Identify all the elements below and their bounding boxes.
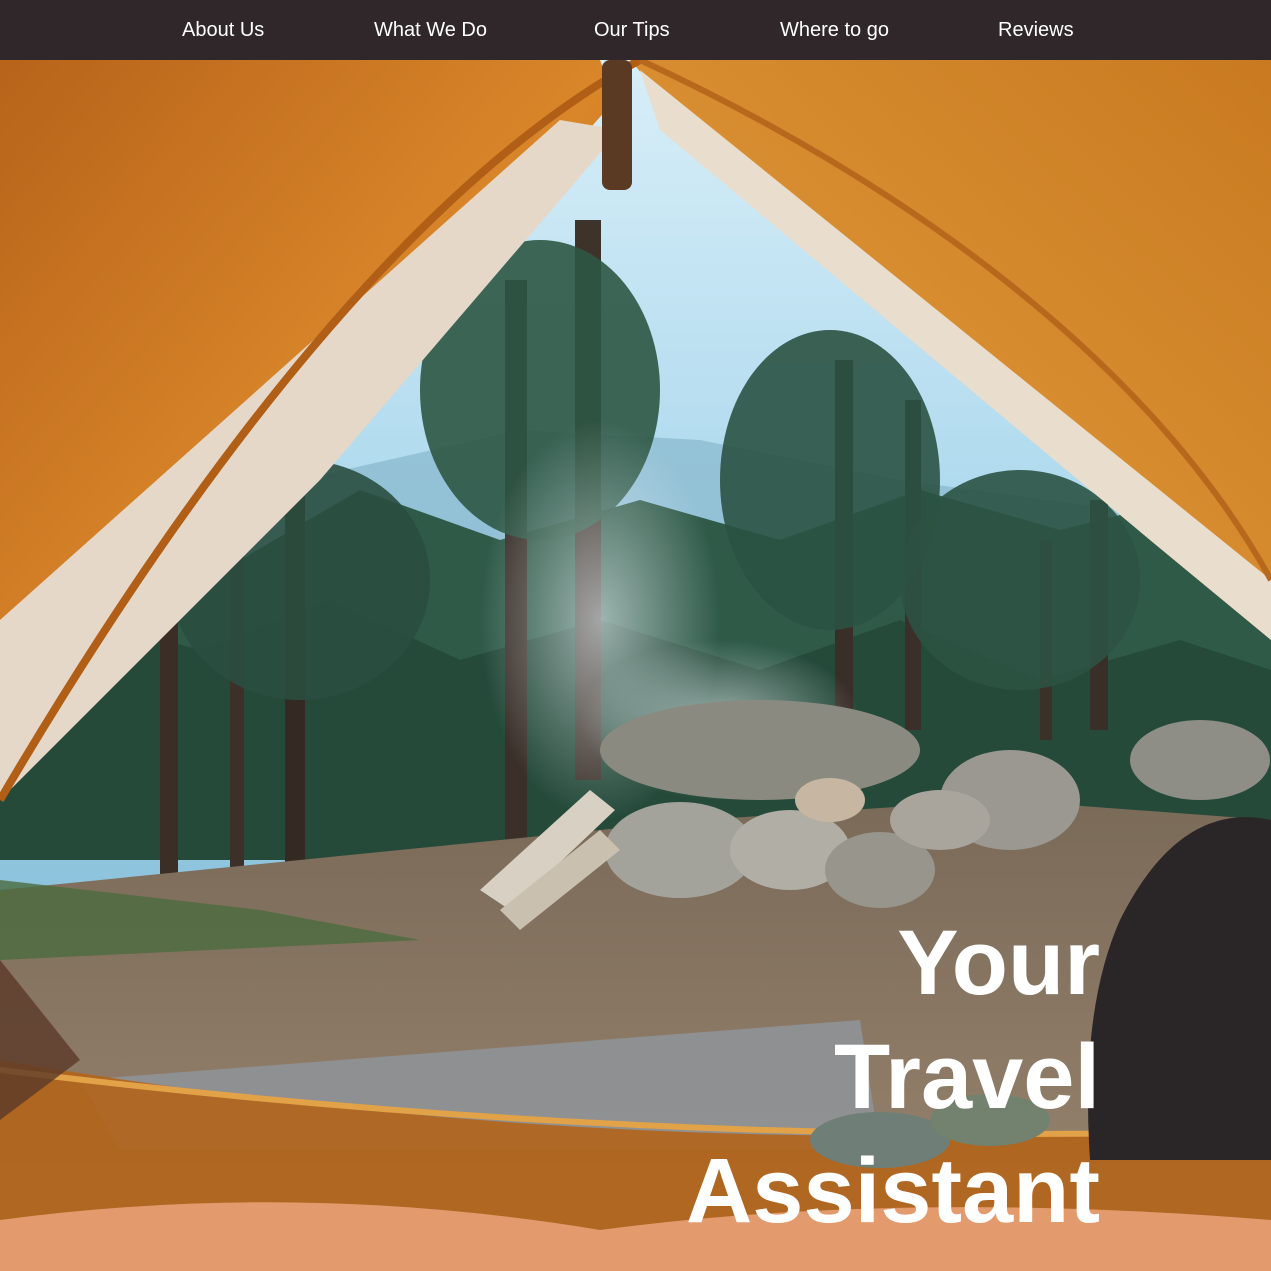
nav-about-us[interactable]: About Us <box>182 0 264 60</box>
hero-title-line: Travel <box>834 1026 1100 1128</box>
hero-title-line: Assistant <box>685 1140 1100 1242</box>
page: About Us What We Do Our Tips Where to go… <box>0 0 1271 1271</box>
hero-title: Your Travel Assistant <box>686 906 1100 1248</box>
nav-where-to-go[interactable]: Where to go <box>780 0 889 60</box>
hero-title-line: Your <box>897 912 1100 1014</box>
top-navigation: About Us What We Do Our Tips Where to go… <box>0 0 1271 60</box>
nav-our-tips[interactable]: Our Tips <box>594 0 670 60</box>
nav-what-we-do[interactable]: What We Do <box>374 0 487 60</box>
nav-reviews[interactable]: Reviews <box>998 0 1074 60</box>
hero-section: Your Travel Assistant <box>0 60 1271 1271</box>
